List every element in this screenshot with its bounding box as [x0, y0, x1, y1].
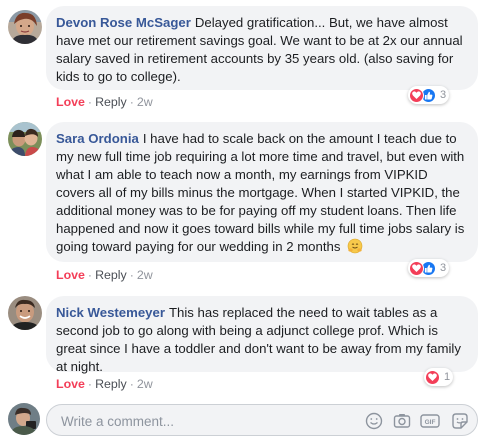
reaction-summary[interactable]: 1	[424, 368, 454, 386]
comment-input[interactable]	[59, 411, 353, 431]
current-user-avatar[interactable]	[8, 403, 40, 435]
comment-timestamp[interactable]: 2w	[137, 268, 153, 282]
comment-actions: Love · Reply · 2w	[56, 95, 153, 109]
love-icon	[409, 260, 424, 276]
reaction-summary[interactable]: 3	[408, 86, 450, 104]
reaction-count: 1	[444, 371, 451, 383]
comment-actions: Love · Reply · 2w	[56, 268, 153, 282]
gif-icon[interactable]: GIF	[420, 412, 440, 430]
reply-link[interactable]: Reply	[95, 377, 127, 391]
separator-dot: ·	[87, 268, 93, 282]
comment-actions: Love · Reply · 2w	[56, 377, 153, 391]
camera-icon[interactable]	[393, 412, 411, 430]
comment-author[interactable]: Nick Westemeyer	[56, 305, 165, 320]
comment-bubble: Devon Rose McSager Delayed gratification.…	[46, 6, 478, 90]
love-icon	[409, 87, 424, 103]
comment-bubble: Sara Ordonia I have had to scale back on …	[46, 122, 478, 262]
comment-author[interactable]: Devon Rose McSager	[56, 15, 191, 30]
avatar[interactable]	[8, 10, 42, 44]
comment-timestamp[interactable]: 2w	[137, 377, 153, 391]
separator-dot: ·	[129, 377, 134, 391]
separator-dot: ·	[87, 377, 93, 391]
love-link[interactable]: Love	[56, 95, 85, 109]
comment-bubble: Nick Westemeyer This has replaced the nee…	[46, 296, 478, 374]
reply-link[interactable]: Reply	[95, 268, 127, 282]
comment-timestamp[interactable]: 2w	[137, 95, 153, 109]
comment-author[interactable]: Sara Ordonia	[56, 131, 139, 146]
reply-link[interactable]: Reply	[95, 95, 127, 109]
avatar[interactable]	[8, 122, 42, 156]
svg-text:GIF: GIF	[425, 419, 436, 426]
emoji-icon[interactable]	[365, 412, 383, 430]
sticker-icon[interactable]	[451, 412, 469, 430]
reaction-summary[interactable]: 3	[408, 259, 450, 277]
reaction-count: 3	[440, 262, 447, 274]
hugging-face-emoji	[347, 238, 363, 259]
comment-text: I have had to scale back on the amount I…	[56, 131, 465, 254]
love-link[interactable]: Love	[56, 377, 85, 391]
love-icon	[425, 369, 440, 385]
separator-dot: ·	[87, 95, 93, 109]
reaction-count: 3	[440, 89, 447, 101]
separator-dot: ·	[129, 268, 134, 282]
love-link[interactable]: Love	[56, 268, 85, 282]
separator-dot: ·	[129, 95, 134, 109]
avatar[interactable]	[8, 296, 42, 330]
comment-composer[interactable]: GIF	[46, 404, 478, 436]
